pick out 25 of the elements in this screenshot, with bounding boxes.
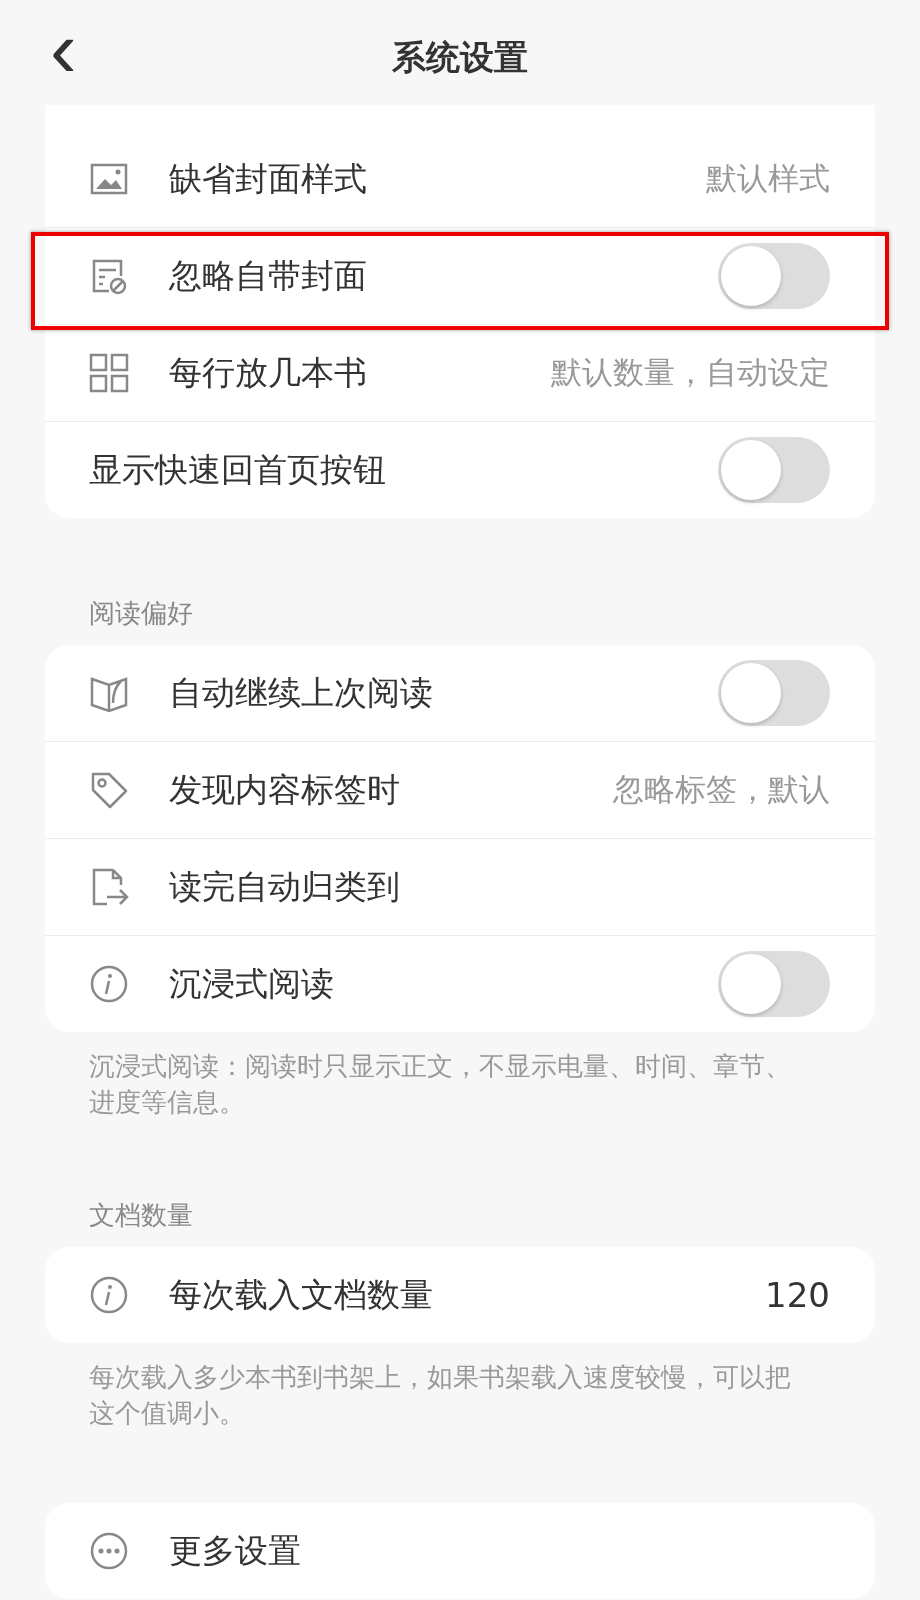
more-icon (89, 1531, 129, 1571)
setting-label[interactable]: 读完自动归类到 (169, 864, 830, 910)
setting-label[interactable]: 缺省封面样式 (169, 156, 706, 202)
setting-label[interactable]: 发现内容标签时 (169, 767, 613, 813)
grid-icon (89, 353, 129, 393)
section-title: 阅读偏好 (88, 597, 194, 630)
setting-label[interactable]: 每次载入文档数量 (169, 1272, 766, 1318)
setting-label[interactable]: 更多设置 (169, 1528, 830, 1574)
section-note: 沉浸式阅读：阅读时只显示正文，不显示电量、时间、章节、进度等信息。 (88, 1050, 792, 1119)
setting-label[interactable]: 自动继续上次阅读 (169, 670, 718, 716)
setting-value: 默认数量，自动设定 (551, 353, 830, 392)
setting-label[interactable]: 沉浸式阅读 (169, 961, 718, 1007)
back-button[interactable]: ‹ (40, 10, 87, 90)
page-title: 系统设置 (392, 35, 528, 79)
setting-label[interactable]: 显示快速回首页按钮 (89, 447, 718, 493)
setting-value: 忽略标签，默认 (613, 770, 830, 809)
section-title: 文档数量 (88, 1199, 194, 1232)
tag-icon (89, 770, 129, 810)
setting-value: 默认样式 (706, 159, 830, 198)
info-icon (89, 964, 129, 1004)
info-icon (89, 1275, 129, 1315)
setting-label[interactable]: 每行放几本书 (169, 350, 551, 396)
section-note: 每次载入多少本书到书架上，如果书架载入速度较慢，可以把这个值调小。 (88, 1361, 792, 1430)
setting-value: 120 (765, 1275, 830, 1315)
setting-label[interactable]: 忽略自带封面 (169, 253, 718, 299)
